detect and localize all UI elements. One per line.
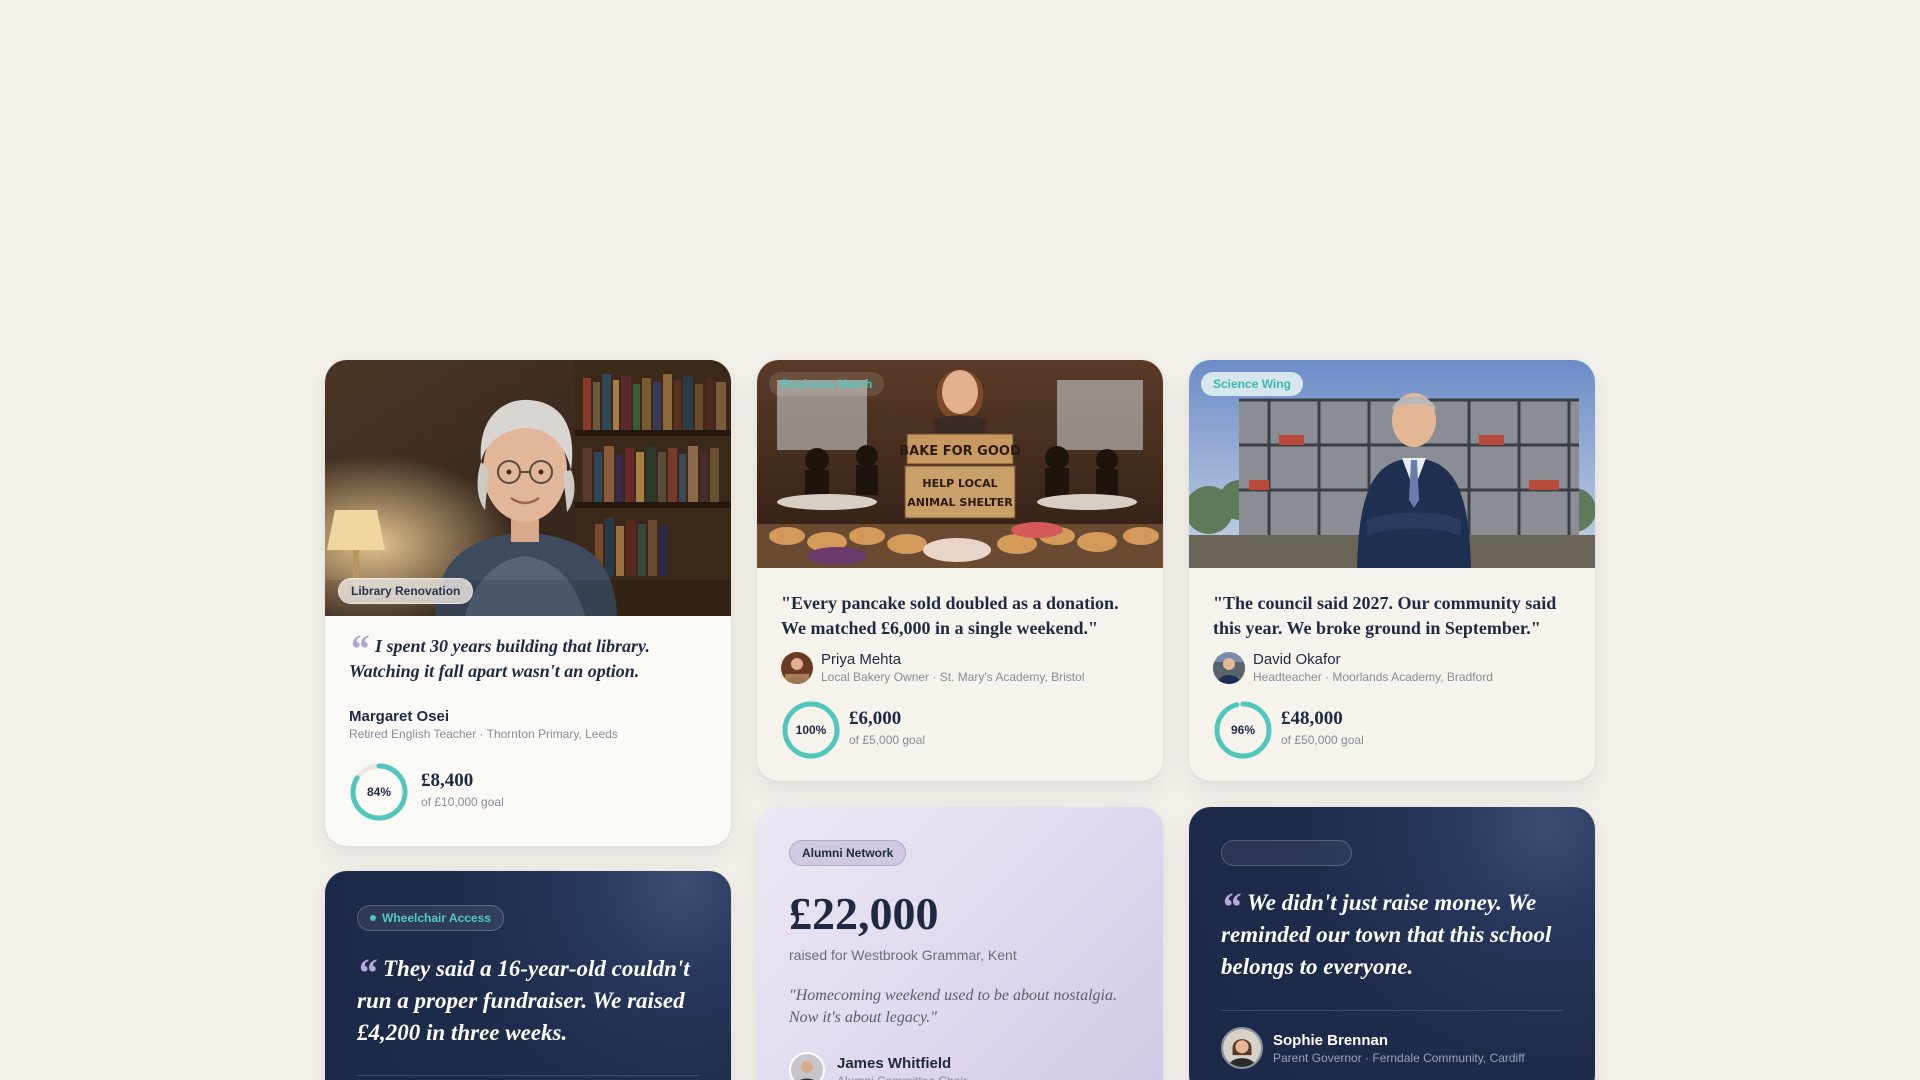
author-role: Alumni Committee Chair — [837, 1074, 967, 1080]
author-name: Margaret Osei — [349, 708, 450, 725]
goal-text: of £10,000 goal — [421, 795, 504, 809]
author-name: Sophie Brennan — [1273, 1032, 1389, 1049]
amount-raised: £8,400 — [421, 770, 474, 791]
testimonial-quote: "Homecoming weekend used to be about nos… — [789, 987, 1117, 1027]
author-role: Retired English Teacher · Thornton Prima… — [349, 727, 618, 741]
testimonial-quote: "The council said 2027. Our community sa… — [1213, 593, 1557, 639]
category-tag: Science Wing — [1201, 372, 1303, 396]
avatar — [1213, 652, 1245, 684]
progress-percent: 84% — [366, 785, 392, 799]
avatar — [781, 652, 813, 684]
testimonial-card-library: Library Renovation “I spent 30 years bui… — [325, 360, 731, 846]
category-tag: Community Arts — [1221, 840, 1352, 866]
goal-text: of £5,000 goal — [849, 733, 926, 747]
tag-dot-icon — [370, 915, 376, 921]
author-role: Parent Governor · Ferndale Community, Ca… — [1273, 1051, 1525, 1065]
testimonial-card-science: Science Wing "The council said 2027. Our… — [1189, 360, 1595, 781]
avatar — [789, 1052, 825, 1080]
progress-ring: 100% — [781, 700, 841, 760]
amount-raised: £48,000 — [1281, 708, 1343, 729]
progress-percent: 100% — [795, 723, 827, 737]
testimonial-quote: “I spent 30 years building that library.… — [349, 626, 650, 682]
avatar — [1221, 1027, 1263, 1069]
raised-for-text: raised for Westbrook Grammar, Kent — [789, 947, 1017, 963]
progress-ring: 84% — [349, 762, 409, 822]
sign-text-2: HELP LOCAL — [922, 477, 997, 490]
category-tag: Wheelchair Access — [357, 905, 504, 931]
testimonial-card-community: Community Arts “We didn't just raise mon… — [1189, 807, 1595, 1080]
author-name: James Whitfield — [837, 1055, 952, 1072]
divider — [357, 1075, 699, 1076]
testimonial-card-business: BAKE FOR GOOD HELP LOCAL ANIMAL SHELTER … — [757, 360, 1163, 781]
author-name: David Okafor — [1253, 651, 1341, 668]
progress-ring: 96% — [1213, 700, 1273, 760]
author-role: Headteacher · Moorlands Academy, Bradfor… — [1253, 670, 1493, 684]
tag-dot-icon — [1234, 850, 1240, 856]
category-tag: Alumni Network — [789, 840, 907, 866]
amount-raised: £6,000 — [849, 708, 902, 729]
author-name: Priya Mehta — [821, 651, 902, 668]
progress-percent: 96% — [1230, 723, 1256, 737]
testimonial-quote: “They said a 16-year-old couldn't run a … — [357, 950, 690, 1046]
amount-raised: £22,000 — [789, 888, 939, 939]
category-tag: Business Match — [769, 372, 885, 396]
testimonial-card-wheelchair: Wheelchair Access “They said a 16-year-o… — [325, 871, 731, 1080]
author-role: Local Bakery Owner · St. Mary's Academy,… — [821, 670, 1085, 684]
testimonial-quote: "Every pancake sold doubled as a donatio… — [781, 593, 1119, 639]
testimonial-quote: “We didn't just raise money. We reminded… — [1221, 884, 1552, 980]
testimonial-card-alumni: Alumni Network £22,000 raised for Westbr… — [757, 807, 1163, 1080]
sign-text-3: ANIMAL SHELTER — [907, 496, 1013, 509]
category-tag: Library Renovation — [338, 578, 474, 604]
divider — [1221, 1010, 1563, 1011]
goal-text: of £50,000 goal — [1281, 733, 1364, 747]
sign-text-1: BAKE FOR GOOD — [899, 444, 1021, 459]
